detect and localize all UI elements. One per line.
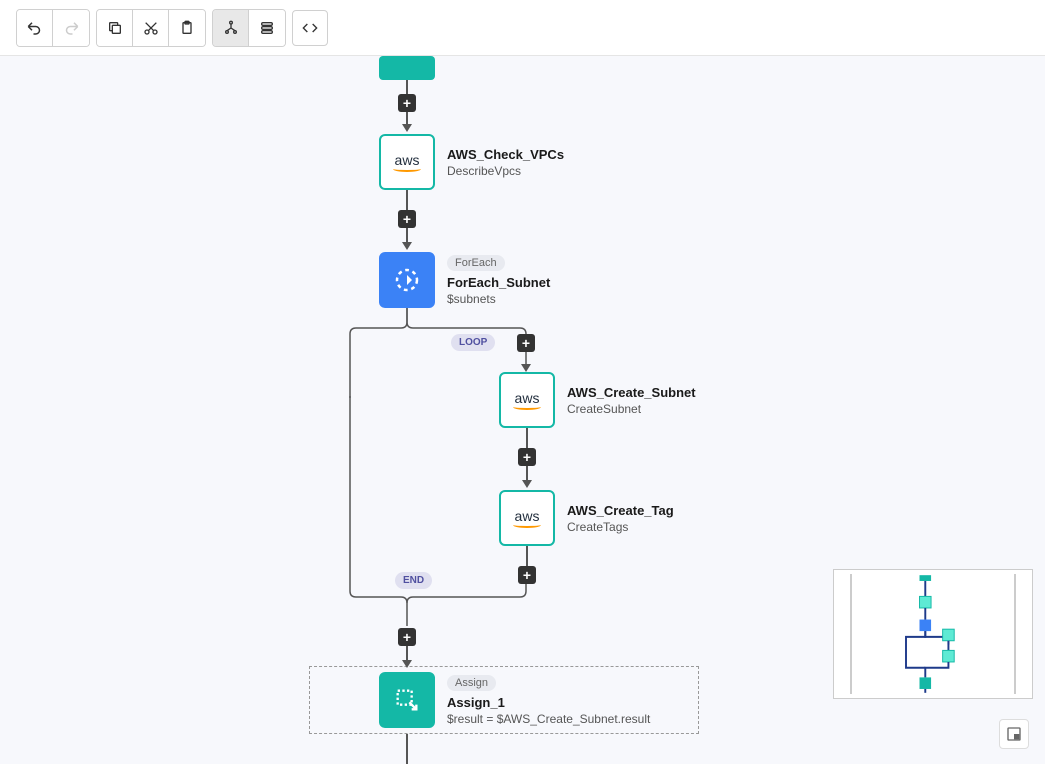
node-labels: Assign Assign_1 $result = $AWS_Create_Su… bbox=[447, 675, 650, 726]
foreach-icon bbox=[392, 265, 422, 295]
node-title: AWS_Create_Tag bbox=[567, 503, 674, 518]
clipboard-group bbox=[96, 9, 206, 47]
list-icon bbox=[259, 20, 275, 36]
aws-logo-icon: aws bbox=[513, 508, 541, 528]
arrow-head-icon bbox=[522, 480, 532, 488]
node-type-pill: Assign bbox=[447, 675, 496, 691]
node-labels: ForEach ForEach_Subnet $subnets bbox=[447, 255, 550, 306]
aws-node-box: aws bbox=[499, 372, 555, 428]
add-step-button[interactable]: + bbox=[518, 448, 536, 466]
minimap-toggle-button[interactable] bbox=[999, 719, 1029, 749]
node-title: AWS_Create_Subnet bbox=[567, 385, 696, 400]
add-step-button[interactable]: + bbox=[517, 334, 535, 352]
start-node-box bbox=[379, 56, 435, 80]
paste-icon bbox=[179, 20, 195, 36]
end-badge: END bbox=[395, 572, 432, 589]
minimap-content bbox=[852, 574, 1014, 694]
cut-icon bbox=[143, 20, 159, 36]
aws-check-vpcs-node[interactable]: aws AWS_Check_VPCs DescribeVpcs bbox=[379, 134, 564, 190]
connector-line bbox=[526, 546, 528, 566]
code-view-button[interactable] bbox=[292, 10, 328, 46]
foreach-node[interactable]: ForEach ForEach_Subnet $subnets bbox=[379, 252, 550, 308]
node-labels: AWS_Check_VPCs DescribeVpcs bbox=[447, 147, 564, 178]
list-view-button[interactable] bbox=[249, 10, 285, 46]
assign-node[interactable]: Assign Assign_1 $result = $AWS_Create_Su… bbox=[379, 672, 650, 728]
node-labels: AWS_Create_Subnet CreateSubnet bbox=[567, 385, 696, 416]
copy-button[interactable] bbox=[97, 10, 133, 46]
node-title: AWS_Check_VPCs bbox=[447, 147, 564, 162]
node-type-pill: ForEach bbox=[447, 255, 505, 271]
add-step-button[interactable]: + bbox=[398, 210, 416, 228]
connector-line bbox=[406, 734, 408, 764]
undo-icon bbox=[26, 19, 44, 37]
aws-create-subnet-node[interactable]: aws AWS_Create_Subnet CreateSubnet bbox=[499, 372, 696, 428]
redo-icon bbox=[62, 19, 80, 37]
node-subtitle: $subnets bbox=[447, 292, 550, 306]
node-title: Assign_1 bbox=[447, 695, 650, 710]
aws-logo-icon: aws bbox=[513, 390, 541, 410]
arrow-head-icon bbox=[402, 242, 412, 250]
connector-line bbox=[406, 80, 408, 94]
aws-node-box: aws bbox=[499, 490, 555, 546]
arrow-head-icon bbox=[402, 124, 412, 132]
aws-create-tag-node[interactable]: aws AWS_Create_Tag CreateTags bbox=[499, 490, 674, 546]
workflow-canvas[interactable]: + aws AWS_Check_VPCs DescribeVpcs + ForE… bbox=[0, 56, 1045, 761]
redo-button[interactable] bbox=[53, 10, 89, 46]
assign-icon bbox=[393, 686, 421, 714]
view-group bbox=[212, 9, 286, 47]
arrow-head-icon bbox=[402, 660, 412, 668]
node-subtitle: $result = $AWS_Create_Subnet.result bbox=[447, 712, 650, 726]
node-labels: AWS_Create_Tag CreateTags bbox=[567, 503, 674, 534]
paste-button[interactable] bbox=[169, 10, 205, 46]
add-step-button[interactable]: + bbox=[518, 566, 536, 584]
aws-logo-icon: aws bbox=[393, 152, 421, 172]
copy-icon bbox=[107, 20, 123, 36]
start-node[interactable] bbox=[379, 56, 435, 80]
connector-line bbox=[406, 190, 408, 210]
assign-node-box bbox=[379, 672, 435, 728]
minimap-toggle-icon bbox=[1006, 726, 1022, 742]
add-step-button[interactable]: + bbox=[398, 94, 416, 112]
minimap-viewport bbox=[850, 574, 1016, 694]
aws-node-box: aws bbox=[379, 134, 435, 190]
history-group bbox=[16, 9, 90, 47]
add-step-button[interactable]: + bbox=[398, 628, 416, 646]
node-subtitle: CreateTags bbox=[567, 520, 674, 534]
toolbar bbox=[0, 0, 1045, 56]
node-subtitle: DescribeVpcs bbox=[447, 164, 564, 178]
cut-button[interactable] bbox=[133, 10, 169, 46]
loop-badge: LOOP bbox=[451, 334, 495, 351]
tree-icon bbox=[223, 20, 239, 36]
node-title: ForEach_Subnet bbox=[447, 275, 550, 290]
tree-view-button[interactable] bbox=[213, 10, 249, 46]
code-icon bbox=[302, 20, 318, 36]
foreach-node-box bbox=[379, 252, 435, 308]
undo-button[interactable] bbox=[17, 10, 53, 46]
node-subtitle: CreateSubnet bbox=[567, 402, 696, 416]
connector-line bbox=[526, 428, 528, 448]
minimap[interactable] bbox=[833, 569, 1033, 699]
